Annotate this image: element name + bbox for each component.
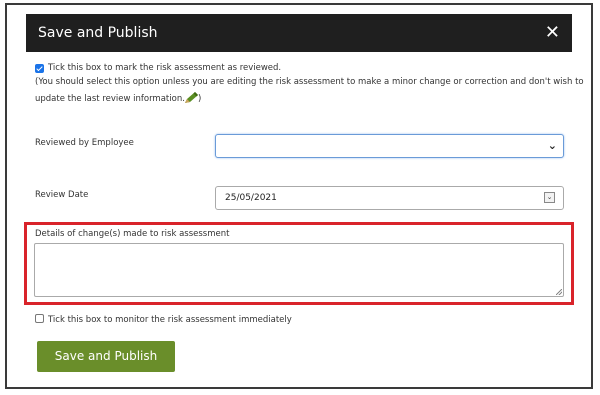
pencil-icon: [185, 92, 198, 103]
monitor-label: Tick this box to monitor the risk assess…: [48, 315, 292, 325]
close-icon[interactable]: ✕: [545, 14, 560, 52]
review-date-input[interactable]: 25/05/2021 ⌄: [215, 186, 564, 210]
details-textarea[interactable]: [34, 243, 564, 297]
details-label: Details of change(s) made to risk assess…: [35, 229, 230, 239]
modal-header: Save and Publish ✕: [26, 14, 572, 52]
save-and-publish-button[interactable]: Save and Publish: [37, 341, 175, 372]
reviewed-by-select[interactable]: ⌄: [215, 134, 564, 158]
date-dropdown-icon[interactable]: ⌄: [544, 192, 555, 203]
chevron-down-icon: ⌄: [547, 139, 557, 152]
mark-reviewed-checkbox[interactable]: [35, 64, 44, 73]
mark-reviewed-help-line2: update the last review information.: [35, 94, 185, 104]
review-date-value: 25/05/2021: [225, 193, 277, 203]
review-date-label: Review Date: [35, 190, 89, 200]
help-close-paren: ): [198, 94, 202, 104]
resize-handle-icon[interactable]: [556, 289, 562, 295]
mark-reviewed-help-line1: (You should select this option unless yo…: [35, 77, 584, 87]
reviewed-by-label: Reviewed by Employee: [35, 138, 134, 148]
mark-reviewed-label: Tick this box to mark the risk assessmen…: [48, 63, 282, 73]
modal-title: Save and Publish: [38, 25, 158, 41]
monitor-checkbox[interactable]: [35, 314, 44, 323]
